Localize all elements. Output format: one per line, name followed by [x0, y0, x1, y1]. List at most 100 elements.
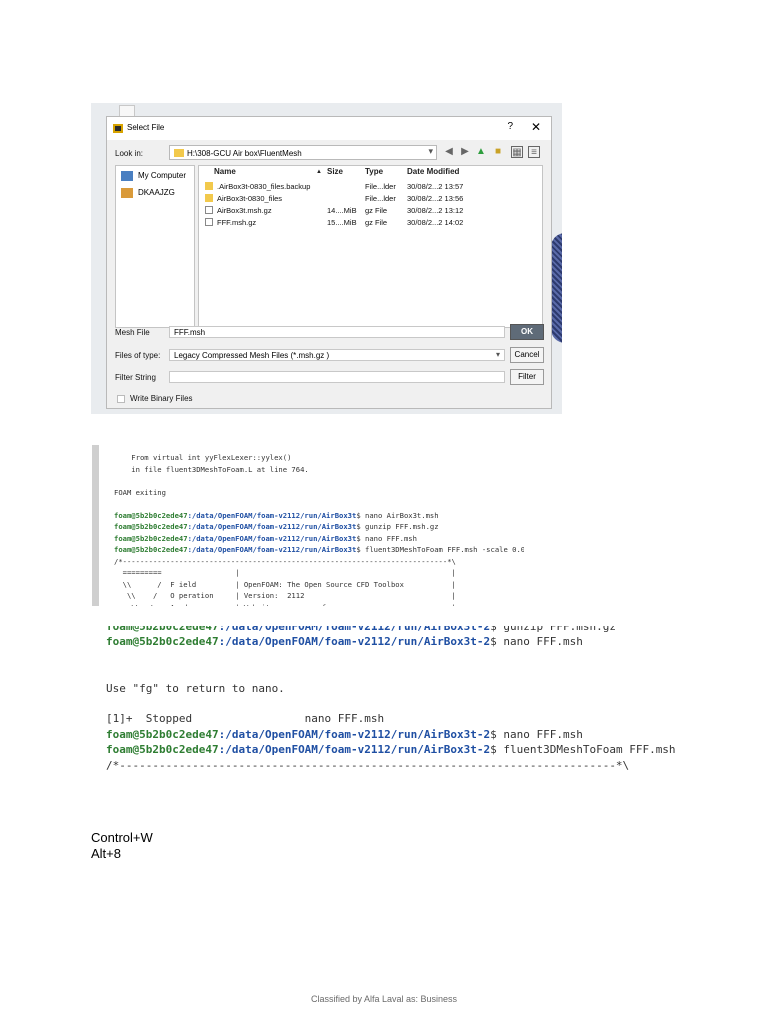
file-icon [205, 206, 213, 214]
terminal-line: Use "fg" to return to nano. [106, 681, 285, 695]
file-list: Name ▲ Size Type Date Modified .AirBox3t… [198, 165, 543, 328]
back-icon[interactable]: ◀ [443, 146, 455, 158]
file-icon [205, 218, 213, 226]
terminal-line: foam@5b2b0c2ede47:/data/OpenFOAM/foam-v2… [114, 545, 524, 554]
look-in-dropdown[interactable]: H:\308-GCU Air box\FluentMesh ▾ [169, 145, 437, 160]
command-text: $ nano FFF.msh [356, 533, 417, 543]
place-my-computer[interactable]: My Computer [121, 171, 186, 181]
mesh-file-input[interactable]: FFF.msh [169, 326, 505, 338]
select-file-dialog: Select File ? ✕ Look in: H:\308-GCU Air … [106, 116, 552, 409]
terminal-line: foam@5b2b0c2ede47:/data/OpenFOAM/foam-v2… [114, 511, 439, 520]
dialog-title: Select File [127, 123, 165, 132]
list-view-icon[interactable]: ▦ [511, 146, 523, 158]
detail-view-icon[interactable]: ≡ [528, 146, 540, 158]
classification-footer: Classified by Alfa Laval as: Business [310, 994, 458, 1004]
file-type: File...lder [365, 194, 396, 203]
sort-arrow-icon: ▲ [316, 169, 322, 175]
file-name[interactable]: .AirBox3t-0830_files.backup [217, 182, 310, 191]
prompt-path: :/data/OpenFOAM/foam-v2112/run/AirBox3t [187, 545, 357, 554]
ok-button[interactable]: OK [510, 324, 544, 340]
command-text: $ gunzip FFF.msh.gz [490, 626, 616, 633]
terminal-line: FOAM exiting [114, 487, 166, 497]
terminal-line: \\ / O peration | Version: 2112 | [114, 591, 456, 600]
chevron-down-icon: ▾ [428, 146, 433, 156]
file-type: gz File [365, 206, 388, 215]
file-name[interactable]: AirBox3t-0830_files [217, 194, 282, 203]
write-binary-checkbox[interactable] [117, 395, 125, 403]
prompt-user: foam@5b2b0c2ede47 [106, 635, 219, 649]
terminal-line: foam@5b2b0c2ede47:/data/OpenFOAM/foam-v2… [106, 626, 616, 633]
command-text: $ nano FFF.msh [490, 727, 583, 741]
prompt-path: :/data/OpenFOAM/foam-v2112/run/AirBox3t [187, 510, 357, 520]
file-name[interactable]: AirBox3t.msh.gz [217, 206, 272, 215]
parent-folder-icon[interactable]: ▲ [475, 146, 487, 158]
fluent-app-icon [113, 124, 123, 133]
note-shortcut: Alt+8 [91, 846, 121, 861]
file-date: 30/08/2...2 13:56 [407, 194, 464, 203]
terminal-line: foam@5b2b0c2ede47:/data/OpenFOAM/foam-v2… [106, 743, 676, 756]
prompt-user: foam@5b2b0c2ede47 [114, 545, 188, 554]
folder-icon [205, 182, 213, 190]
terminal-screenshot-2: foam@5b2b0c2ede47:/data/OpenFOAM/foam-v2… [100, 626, 700, 791]
terminal-line: /*--------------------------------------… [106, 758, 630, 772]
mesh-file-label: Mesh File [115, 328, 150, 337]
prompt-user: foam@5b2b0c2ede47 [106, 626, 219, 633]
column-header-name[interactable]: Name [214, 167, 236, 176]
command-text: $ nano FFF.msh [490, 635, 583, 649]
filter-string-input[interactable] [169, 371, 505, 383]
look-in-path: H:\308-GCU Air box\FluentMesh [187, 149, 302, 158]
terminal-line: foam@5b2b0c2ede47:/data/OpenFOAM/foam-v2… [114, 522, 439, 531]
file-type: gz File [365, 218, 388, 227]
terminal-line: in file fluent3DMeshToFoam.L at line 764… [114, 464, 309, 474]
cancel-button[interactable]: Cancel [510, 347, 544, 363]
terminal-screenshot-1: From virtual int yyFlexLexer::yylex() in… [92, 445, 524, 606]
close-button[interactable]: ✕ [531, 120, 541, 134]
background-mesh-graphic [551, 233, 562, 343]
file-date: 30/08/2...2 14:02 [407, 218, 464, 227]
file-type: File...lder [365, 182, 396, 191]
folder-icon [174, 149, 184, 157]
new-folder-icon[interactable]: ■ [492, 146, 504, 158]
column-header-date[interactable]: Date Modified [407, 167, 459, 176]
prompt-path: :/data/OpenFOAM/foam-v2112/run/AirBox3t-… [218, 743, 491, 757]
prompt-user: foam@5b2b0c2ede47 [114, 510, 188, 520]
terminal-line: \\ / F ield | OpenFOAM: The Open Source … [114, 579, 456, 589]
files-of-type-label: Files of type: [115, 351, 161, 360]
computer-icon [121, 171, 133, 181]
place-dkaajzg[interactable]: DKAAJZG [121, 188, 175, 198]
prompt-path: :/data/OpenFOAM/foam-v2112/run/AirBox3t [187, 522, 357, 531]
terminal-line: foam@5b2b0c2ede47:/data/OpenFOAM/foam-v2… [106, 728, 583, 741]
terminal-line: From virtual int yyFlexLexer::yylex() [114, 453, 292, 462]
prompt-path: :/data/OpenFOAM/foam-v2112/run/AirBox3t [187, 533, 357, 543]
prompt-path: :/data/OpenFOAM/foam-v2112/run/AirBox3t-… [218, 635, 491, 649]
column-header-type[interactable]: Type [365, 167, 383, 176]
note-shortcut: Control+W [91, 830, 153, 845]
prompt-user: foam@5b2b0c2ede47 [106, 727, 219, 741]
filter-button[interactable]: Filter [510, 369, 544, 385]
places-sidebar: My Computer DKAAJZG [115, 165, 195, 328]
filter-string-label: Filter String [115, 373, 156, 382]
folder-icon [205, 194, 213, 202]
terminal-line: ========= | | [114, 568, 456, 577]
file-date: 30/08/2...2 13:57 [407, 182, 464, 191]
help-button[interactable]: ? [507, 121, 513, 132]
file-size: 14....MiB [327, 206, 357, 215]
column-header-size[interactable]: Size [327, 167, 343, 176]
terminal-line: foam@5b2b0c2ede47:/data/OpenFOAM/foam-v2… [106, 635, 583, 648]
command-text: $ nano AirBox3t.msh [356, 510, 439, 520]
look-in-label: Look in: [115, 149, 144, 158]
terminal-line: [1]+ Stopped nano FFF.msh [106, 712, 385, 726]
chevron-down-icon: ▾ [495, 350, 500, 359]
prompt-path: :/data/OpenFOAM/foam-v2112/run/AirBox3t-… [218, 626, 491, 633]
terminal-line: \\ / A nd | Website: www.openfoam.com | [114, 603, 456, 607]
user-icon [121, 188, 133, 198]
prompt-user: foam@5b2b0c2ede47 [114, 522, 188, 531]
file-name[interactable]: FFF.msh.gz [217, 218, 256, 227]
command-text: $ gunzip FFF.msh.gz [356, 522, 439, 531]
file-size: 15....MiB [327, 218, 357, 227]
files-of-type-select[interactable]: Legacy Compressed Mesh Files (*.msh.gz )… [169, 349, 505, 361]
file-date: 30/08/2...2 13:12 [407, 206, 464, 215]
forward-icon[interactable]: ▶ [459, 146, 471, 158]
prompt-user: foam@5b2b0c2ede47 [114, 533, 188, 543]
command-text: $ fluent3DMeshToFoam FFF.msh [490, 743, 676, 757]
